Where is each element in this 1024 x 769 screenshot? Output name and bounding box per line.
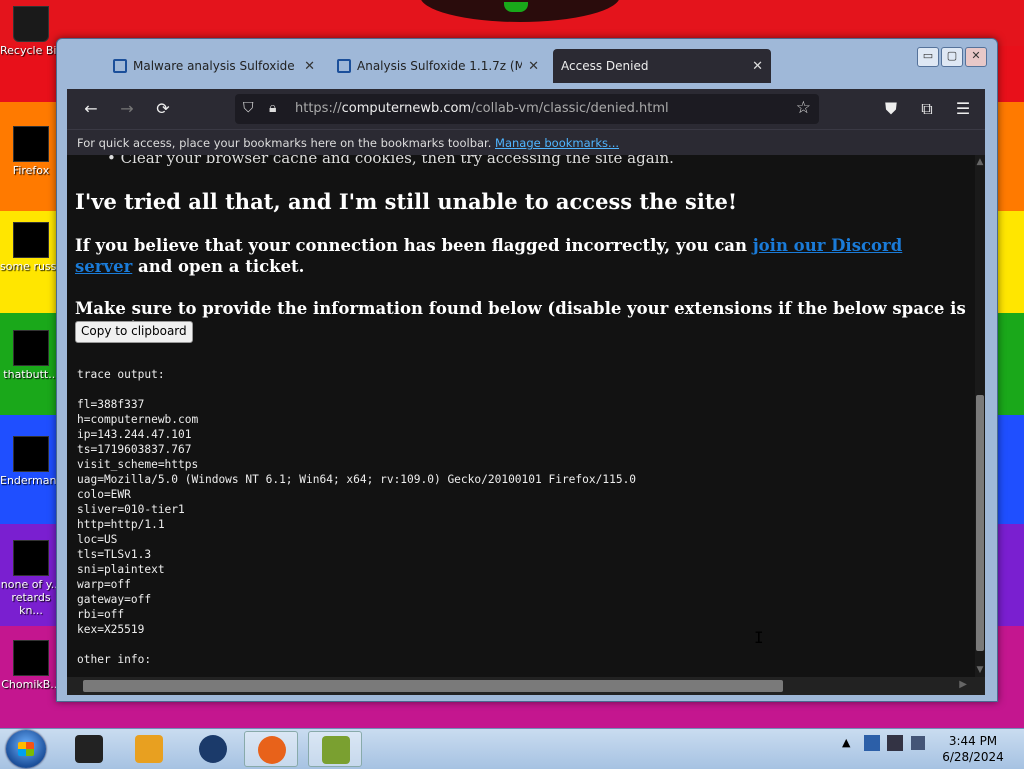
page-content: • Clear your browser cache and cookies, … [67,155,975,677]
desktop-icon-label: ChomikB... [1,678,61,691]
heading-provide-info: Make sure to provide the information fou… [75,299,966,337]
taskbar-app-firefox[interactable] [244,731,298,767]
maximize-button[interactable]: ▢ [941,47,963,67]
clock-date: 6/28/2024 [942,750,1004,764]
close-window-button[interactable]: ✕ [965,47,987,67]
desktop-icon-firefox[interactable]: Firefox [0,126,62,177]
box-icon [322,736,350,764]
tray-app-icon[interactable] [863,735,880,751]
taskbar: ▲ 3:44 PM 6/28/2024 [0,728,1024,769]
tab-title: Analysis Sulfoxide 1.1.7z (MD5: [357,59,523,73]
file-icon [13,222,49,258]
bookmarks-hint-text: For quick access, place your bookmarks h… [77,136,492,150]
wallpaper-leaf [504,2,528,12]
tab-close-icon[interactable]: ✕ [752,59,763,74]
shield-icon[interactable]: ⛉ [243,100,254,116]
heading-still-unable: I've tried all that, and I'm still unabl… [75,189,738,214]
paragraph-text: and open a ticket. [132,257,305,276]
site-favicon-icon [337,59,351,73]
url-domain: computernewb.com [341,101,472,116]
desktop-icon-file-2[interactable]: thatbutt... [0,330,62,381]
desktop-icon-label: Recycle Bin [0,44,62,57]
desktop-icon-file-3[interactable]: Enderman... [0,436,62,487]
tab-title: Access Denied [561,59,649,73]
forward-button[interactable]: → [117,99,137,119]
program-icon [13,640,49,676]
reload-button[interactable]: ⟳ [153,99,173,119]
menu-icon[interactable]: ☰ [953,99,973,119]
scroll-thumb[interactable] [83,680,783,692]
folder-icon [13,330,49,366]
start-button[interactable] [6,730,46,768]
extensions-icon[interactable]: ⧉ [917,99,937,119]
program-icon [13,436,49,472]
desktop-icon-label: some russ... ran a re... [0,260,62,273]
media-player-icon [135,735,163,763]
desktop-icon-label: thatbutt... [3,368,59,381]
scroll-right-icon[interactable]: ▶ [959,679,967,690]
minimize-button[interactable]: ▭ [917,47,939,67]
tab-title: Malware analysis Sulfoxide 1.1.7 [133,59,298,73]
recycle-bin-icon [13,6,49,42]
site-favicon-icon [113,59,127,73]
scroll-up-icon[interactable]: ▲ [975,157,985,167]
tab-malware-analysis[interactable]: Malware analysis Sulfoxide 1.1.7 ✕ [105,49,323,83]
clock-time: 3:44 PM [948,734,998,748]
manage-bookmarks-link[interactable]: Manage bookmarks... [495,136,619,150]
globe-icon [199,735,227,763]
url-text[interactable]: https://computernewb.com/collab-vm/class… [295,101,669,116]
taskbar-app-cmd[interactable] [62,731,116,767]
pocket-icon[interactable]: ⛊ [881,99,901,119]
url-bar[interactable]: ⛉ 🔒︎ https://computernewb.com/collab-vm/… [235,94,819,124]
desktop-icon-label: Enderman... [0,474,62,487]
url-path: /collab-vm/classic/denied.html [471,101,669,116]
clock[interactable]: 3:44 PM 6/28/2024 [936,733,1010,765]
desktop-icon-file-1[interactable]: some russ... ran a re... [0,222,62,273]
desktop-icon-label: none of y... retards kn... [0,578,62,617]
tab-access-denied[interactable]: Access Denied ✕ [553,49,771,83]
scroll-thumb[interactable] [976,395,984,651]
url-prefix: https:// [295,101,342,116]
volume-icon[interactable] [910,736,925,750]
horizontal-scrollbar[interactable]: ▶ [67,677,985,695]
bookmark-star-icon[interactable]: ☆ [796,98,811,118]
taskbar-app-media[interactable] [122,731,176,767]
paragraph-flagged: If you believe that your connection has … [75,235,955,277]
copy-to-clipboard-button[interactable]: Copy to clipboard [75,321,193,343]
vertical-scrollbar[interactable]: ▲ ▼ [975,155,985,677]
network-icon[interactable] [887,735,904,751]
partial-list-item: • Clear your browser cache and cookies, … [107,155,674,167]
bookmarks-toolbar: For quick access, place your bookmarks h… [67,129,985,155]
tab-close-icon[interactable]: ✕ [304,59,315,74]
window-controls: ▭ ▢ ✕ [917,47,987,67]
taskbar-app-globe[interactable] [186,731,240,767]
tab-strip: Malware analysis Sulfoxide 1.1.7 ✕ Analy… [105,49,777,85]
show-hidden-icons-icon[interactable]: ▲ [842,736,850,749]
file-icon [13,540,49,576]
tab-analysis-sulfoxide[interactable]: Analysis Sulfoxide 1.1.7z (MD5: ✕ [329,49,547,83]
lock-icon[interactable]: 🔒︎ [269,100,276,116]
text-cursor-icon: I [754,628,764,647]
tab-close-icon[interactable]: ✕ [528,59,539,74]
trace-output: trace output: fl=388f337 h=computernewb.… [77,368,637,666]
nav-toolbar: ← → ⟳ ⛉ 🔒︎ https://computernewb.com/coll… [67,89,985,129]
paragraph-text: If you believe that your connection has … [75,236,753,255]
system-tray: ▲ [842,735,925,751]
desktop-icon-file-4[interactable]: none of y... retards kn... [0,540,62,617]
back-button[interactable]: ← [81,99,101,119]
browser-window: ▭ ▢ ✕ Malware analysis Sulfoxide 1.1.7 ✕… [56,38,998,702]
desktop-icon-recycle-bin[interactable]: Recycle Bin [0,6,62,57]
windows-logo-icon [18,742,34,756]
taskbar-app-box[interactable] [308,731,362,767]
desktop-icon-label: Firefox [12,164,50,177]
console-icon [75,735,103,763]
scroll-down-icon[interactable]: ▼ [975,665,985,675]
firefox-icon [258,736,286,764]
firefox-icon [13,126,49,162]
desktop-icon-file-5[interactable]: ChomikB... [0,640,62,691]
